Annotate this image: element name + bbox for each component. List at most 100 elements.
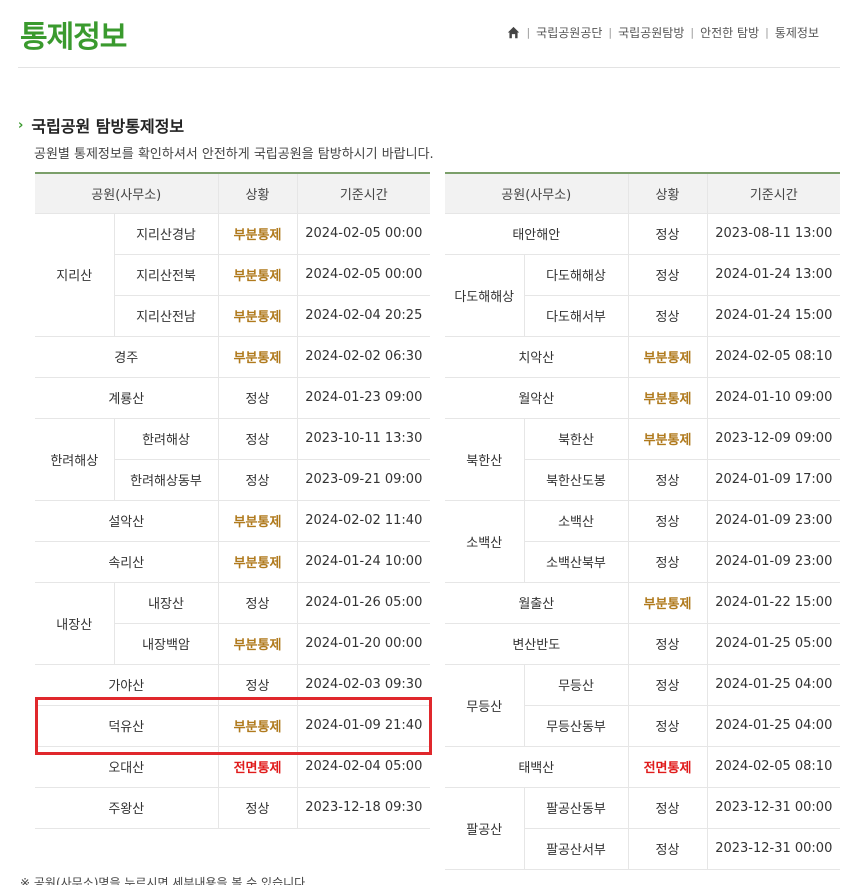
park-name[interactable]: 설악산 (35, 500, 219, 542)
status-badge: 부분통제 (217, 336, 298, 378)
base-time: 2024-01-25 04:00 (706, 664, 841, 706)
table-row: 가야산 정상 2024-02-03 09:30 (35, 664, 431, 706)
sub-office-name[interactable]: 지리산전남 (113, 295, 219, 337)
base-time: 2024-01-25 04:00 (706, 705, 841, 747)
park-name[interactable]: 가야산 (35, 664, 219, 706)
column-header-time: 기준시간 (296, 172, 431, 214)
sub-office-name[interactable]: 팔공산서부 (523, 828, 629, 870)
status-badge: 정상 (627, 787, 708, 829)
column-header-park: 공원(사무소) (35, 172, 219, 214)
sub-office-name[interactable]: 소백산북부 (523, 541, 629, 583)
table-row: 월출산 부분통제 2024-01-22 15:00 (445, 582, 841, 624)
base-time: 2024-01-26 05:00 (296, 582, 431, 624)
sub-office-name[interactable]: 내장산 (113, 582, 219, 624)
park-name[interactable]: 소백산 (445, 500, 524, 583)
park-name[interactable]: 지리산 (35, 213, 114, 337)
section-title-text: 국립공원 탐방통제정보 (31, 117, 185, 136)
base-time: 2024-01-24 13:00 (706, 254, 841, 296)
table-row: 계룡산 정상 2024-01-23 09:00 (35, 377, 431, 419)
park-name[interactable]: 월출산 (445, 582, 629, 624)
status-badge: 정상 (217, 459, 298, 501)
status-badge: 부분통제 (627, 582, 708, 624)
status-badge: 정상 (217, 787, 298, 829)
status-badge: 전면통제 (217, 746, 298, 788)
base-time: 2024-02-02 11:40 (296, 500, 431, 542)
sub-office-name[interactable]: 내장백암 (113, 623, 219, 665)
base-time: 2024-01-24 10:00 (296, 541, 431, 583)
park-name[interactable]: 덕유산 (35, 705, 219, 747)
sub-office-name[interactable]: 무등산동부 (523, 705, 629, 747)
table-row: 설악산 부분통제 2024-02-02 11:40 (35, 500, 431, 542)
status-badge: 부분통제 (627, 336, 708, 378)
table-row: 월악산 부분통제 2024-01-10 09:00 (445, 377, 841, 419)
sub-office-name[interactable]: 무등산 (523, 664, 629, 706)
sub-office-name[interactable]: 한려해상 (113, 418, 219, 460)
base-time: 2023-12-09 09:00 (706, 418, 841, 460)
park-name[interactable]: 변산반도 (445, 623, 629, 665)
status-badge: 정상 (627, 541, 708, 583)
section-title: › 국립공원 탐방통제정보 (18, 113, 184, 137)
base-time: 2023-12-31 00:00 (706, 787, 841, 829)
table-row: 주왕산 정상 2023-12-18 09:30 (35, 787, 431, 829)
base-time: 2024-01-09 17:00 (706, 459, 841, 501)
base-time: 2024-01-09 23:00 (706, 541, 841, 583)
table-row: 한려해상 한려해상 정상 2023-10-11 13:30 (35, 418, 431, 501)
park-name[interactable]: 태백산 (445, 746, 629, 788)
section-description: 공원별 통제정보를 확인하셔서 안전하게 국립공원을 탐방하시기 바랍니다. (34, 147, 434, 162)
breadcrumb-item-current[interactable]: 통제정보 (769, 24, 825, 41)
table-row: 경주 부분통제 2024-02-02 06:30 (35, 336, 431, 378)
column-header-status: 상황 (217, 172, 298, 214)
breadcrumb-item-knps[interactable]: 국립공원공단 (530, 24, 608, 41)
status-badge: 부분통제 (217, 541, 298, 583)
breadcrumb-item-visit[interactable]: 국립공원탐방 (612, 24, 690, 41)
sub-office-name[interactable]: 팔공산동부 (523, 787, 629, 829)
park-name[interactable]: 무등산 (445, 664, 524, 747)
park-name[interactable]: 북한산 (445, 418, 524, 501)
status-badge: 정상 (217, 664, 298, 706)
park-name[interactable]: 치악산 (445, 336, 629, 378)
sub-office-name[interactable]: 북한산 (523, 418, 629, 460)
base-time: 2024-01-25 05:00 (706, 623, 841, 665)
park-name[interactable]: 경주 (35, 336, 219, 378)
status-badge: 정상 (217, 377, 298, 419)
table-row: 속리산 부분통제 2024-01-24 10:00 (35, 541, 431, 583)
park-name[interactable]: 오대산 (35, 746, 219, 788)
status-badge: 정상 (217, 418, 298, 460)
park-name[interactable]: 월악산 (445, 377, 629, 419)
sub-office-name[interactable]: 소백산 (523, 500, 629, 542)
sub-office-name[interactable]: 지리산전북 (113, 254, 219, 296)
status-badge: 부분통제 (217, 295, 298, 337)
sub-office-name[interactable]: 지리산경남 (113, 213, 219, 255)
park-name[interactable]: 팔공산 (445, 787, 524, 870)
sub-office-name[interactable]: 한려해상동부 (113, 459, 219, 501)
status-badge: 부분통제 (217, 254, 298, 296)
column-header-time: 기준시간 (706, 172, 841, 214)
base-time: 2023-10-11 13:30 (296, 418, 431, 460)
sub-office-name[interactable]: 다도해서부 (523, 295, 629, 337)
park-name[interactable]: 속리산 (35, 541, 219, 583)
base-time: 2024-02-03 09:30 (296, 664, 431, 706)
status-badge: 정상 (217, 582, 298, 624)
table-row: 내장산 내장산 정상 2024-01-26 05:00 (35, 582, 431, 665)
status-badge: 부분통제 (627, 418, 708, 460)
breadcrumb-item-safety[interactable]: 안전한 탐방 (694, 24, 765, 41)
base-time: 2023-08-11 13:00 (706, 213, 841, 255)
status-badge: 부분통제 (217, 623, 298, 665)
home-icon[interactable] (507, 26, 520, 39)
status-badge: 정상 (627, 705, 708, 747)
park-name[interactable]: 주왕산 (35, 787, 219, 829)
table-row: 다도해해상 다도해해상 정상 2024-01-24 13:00 (445, 254, 841, 337)
sub-office-name[interactable]: 다도해해상 (523, 254, 629, 296)
column-header-status: 상황 (627, 172, 708, 214)
base-time: 2023-12-18 09:30 (296, 787, 431, 829)
park-name[interactable]: 내장산 (35, 582, 114, 665)
status-badge: 정상 (627, 459, 708, 501)
sub-office-name[interactable]: 북한산도봉 (523, 459, 629, 501)
status-badge: 정상 (627, 828, 708, 870)
park-name[interactable]: 계룡산 (35, 377, 219, 419)
base-time: 2024-01-10 09:00 (706, 377, 841, 419)
park-name[interactable]: 한려해상 (35, 418, 114, 501)
park-name[interactable]: 태안해안 (445, 213, 629, 255)
base-time: 2024-02-02 06:30 (296, 336, 431, 378)
park-name[interactable]: 다도해해상 (445, 254, 524, 337)
